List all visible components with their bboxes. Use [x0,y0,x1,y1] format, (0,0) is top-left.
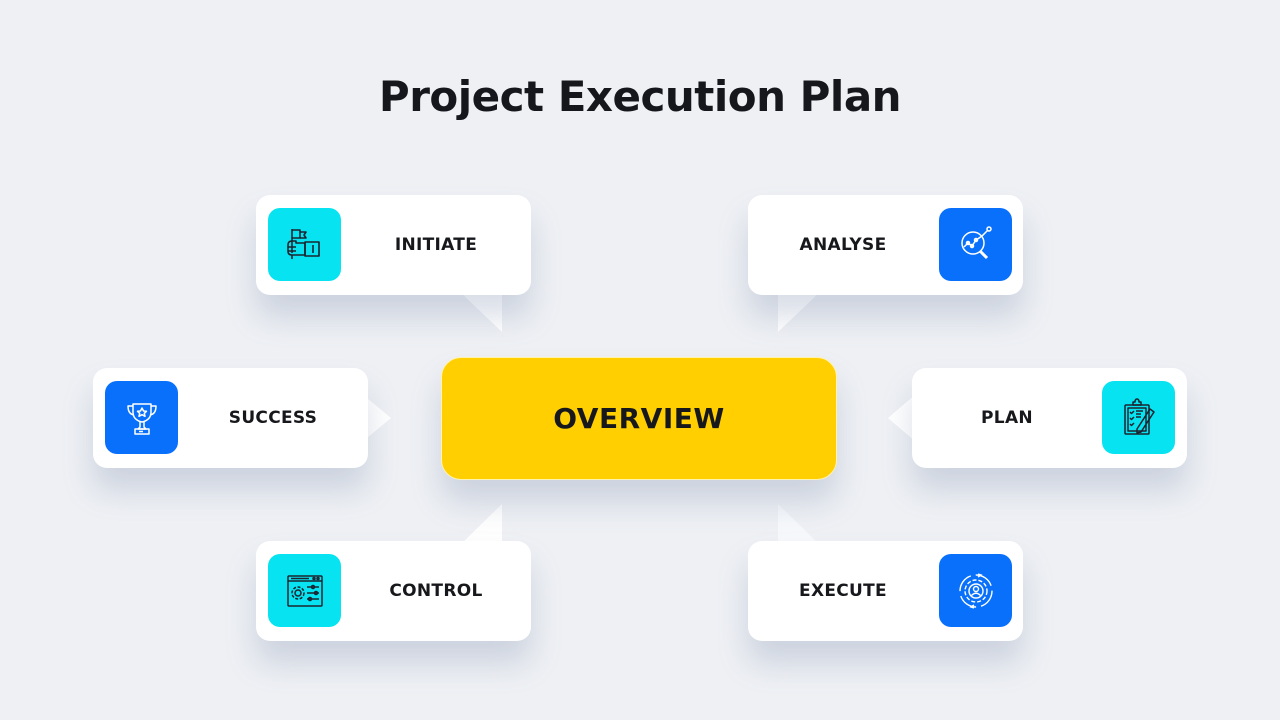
node-plan[interactable]: PLAN [912,368,1187,468]
execute-label: EXECUTE [799,581,887,601]
node-analyse[interactable]: ANALYSE [748,195,1023,295]
initiate-icon-box [268,208,341,281]
execute-icon-box [939,554,1012,627]
magnifier-chart-icon [960,225,992,259]
page-title: Project Execution Plan [378,72,902,121]
initiate-pointer [458,290,502,332]
flag-hand-icon [286,228,320,259]
plan-icon-box [1102,381,1175,454]
node-initiate[interactable]: INITIATE [256,195,531,295]
gear-user-icon [958,572,993,609]
node-execute[interactable]: EXECUTE [748,541,1023,641]
control-label: CONTROL [389,581,483,601]
analyse-label: ANALYSE [799,235,887,255]
trophy-icon [126,402,157,435]
analyse-pointer [778,290,822,332]
node-control[interactable]: CONTROL [256,541,531,641]
node-success[interactable]: SUCCESS [93,368,368,468]
success-label: SUCCESS [228,408,318,428]
overview-box[interactable]: OVERVIEW [441,357,837,480]
clipboard-pencil-icon [1123,397,1155,435]
settings-panel-icon [286,574,323,607]
control-icon-box [268,554,341,627]
analyse-icon-box [939,208,1012,281]
initiate-label: INITIATE [394,235,478,255]
success-icon-box [105,381,178,454]
plan-label: PLAN [981,408,1033,428]
